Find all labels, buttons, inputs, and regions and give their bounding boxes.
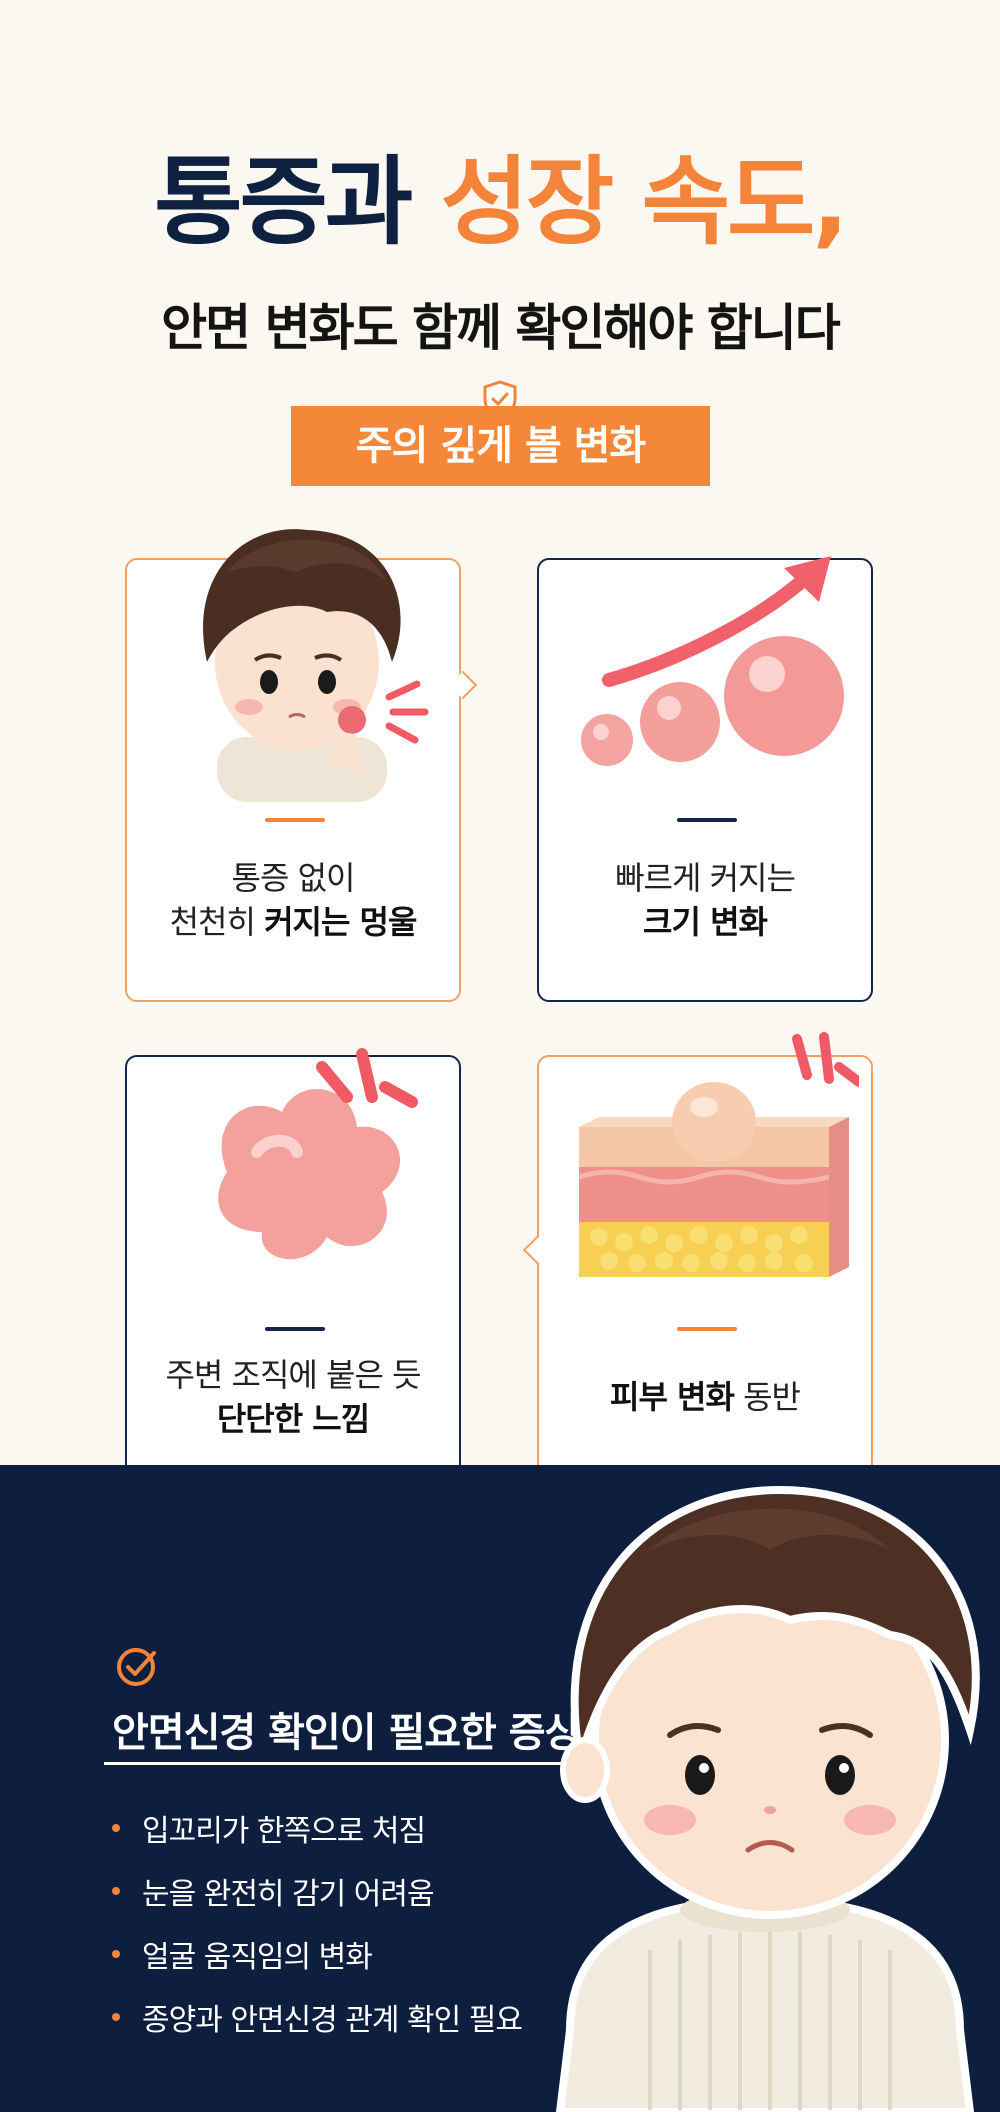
card-firm-lump: 주변 조직에 붙은 듯 단단한 느낌 [125, 1048, 461, 1499]
skin-cross-section-illustration [578, 1032, 859, 1277]
list-item-text: 입꼬리가 한쪽으로 처짐 [142, 1813, 426, 1849]
bullet-dot [112, 2012, 120, 2021]
list-item-text: 눈을 완전히 감기 어려움 [142, 1876, 435, 1912]
list-item: 입꼬리가 한쪽으로 처짐 [112, 1796, 522, 1859]
card-divider [265, 818, 325, 822]
growing-spheres-illustration [581, 556, 844, 766]
bullet-dot [112, 1823, 120, 1832]
card-rapid-growth: 빠르게 커지는 크기 변화 [537, 556, 873, 1002]
card3-line2: 단단한 느낌 [127, 1397, 459, 1441]
card1-line2-plain: 천천히 [169, 903, 265, 941]
caution-badge: 주의 깊게 볼 변화 [291, 406, 710, 486]
bullet-dot [112, 1949, 120, 1958]
list-item-text: 얼굴 움직임의 변화 [142, 1939, 373, 1975]
card3-line2-bold: 단단한 느낌 [216, 1400, 370, 1438]
card1-line2-bold: 커지는 멍울 [264, 903, 417, 941]
card4-line1-plain: 동반 [733, 1378, 801, 1416]
card3-line1: 주변 조직에 붙은 듯 [165, 1356, 421, 1394]
symptom-list: 입꼬리가 한쪽으로 처짐 눈을 완전히 감기 어려움 얼굴 움직임의 변화 종양… [112, 1796, 523, 2048]
section-title: 안면신경 확인이 필요한 증상 [112, 1710, 581, 1756]
card2-line2: 크기 변화 [539, 900, 871, 944]
subheadline: 안면 변화도 함께 확인해야 합니다 [161, 299, 841, 357]
card1-line1: 통증 없이 [231, 859, 356, 897]
card-painless-lump: 통증 없이 천천히 커지는 멍울 [125, 529, 461, 1002]
list-item: 종양과 안면신경 관계 확인 필요 [112, 1985, 523, 2048]
list-item-text: 종양과 안면신경 관계 확인 필요 [142, 2002, 523, 2038]
headline-part2: 성장 속도, [440, 146, 849, 258]
card1-line2: 천천히 커지는 멍울 [127, 900, 459, 944]
card2-line2-bold: 크기 변화 [643, 903, 768, 941]
card4-line1: 피부 변화 동반 [539, 1375, 871, 1419]
card-divider [677, 818, 737, 822]
card-divider [677, 1327, 737, 1331]
headline: 통증과 성장 속도, [0, 149, 1000, 256]
card2-line1: 빠르게 커지는 [615, 859, 796, 897]
card-skin-change: 피부 변화 동반 [537, 1032, 873, 1499]
list-item: 눈을 완전히 감기 어려움 [112, 1859, 522, 1922]
firm-lump-illustration [218, 1048, 418, 1260]
headline-part1: 통증과 [154, 146, 413, 258]
worried-boy-illustration [555, 1485, 980, 2112]
check-circle-icon [117, 1648, 156, 1686]
boy-touching-cheek-illustration [203, 529, 429, 802]
card-divider [265, 1327, 325, 1331]
card4-line1-bold: 피부 변화 [610, 1378, 735, 1416]
section-underline [104, 1762, 604, 1765]
list-item: 얼굴 움직임의 변화 [112, 1922, 522, 1985]
bullet-dot [112, 1886, 120, 1895]
